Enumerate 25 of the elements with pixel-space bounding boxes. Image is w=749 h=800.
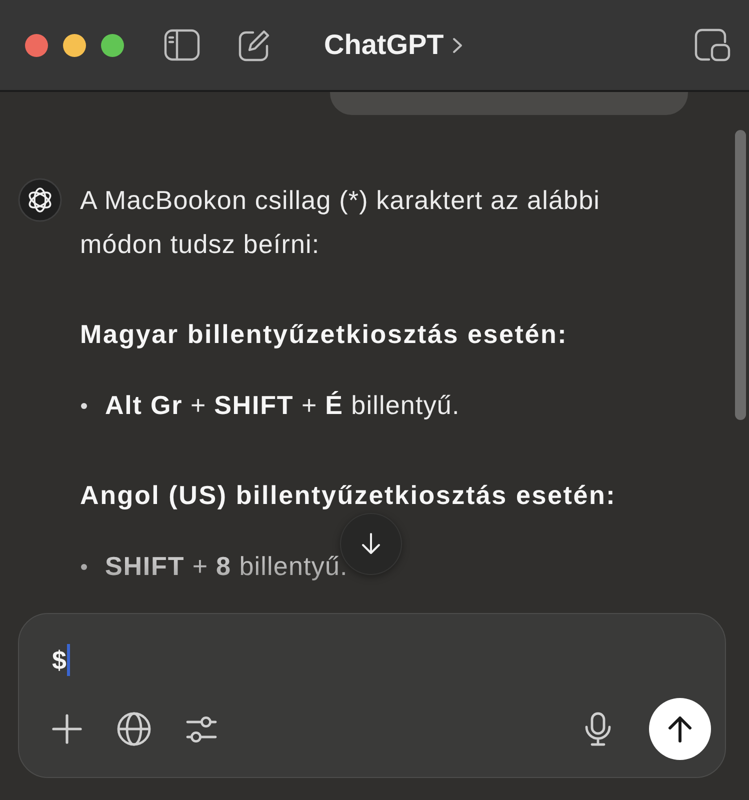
chevron-right-icon: [452, 36, 463, 54]
close-button[interactable]: [25, 34, 48, 56]
plus-icon[interactable]: [52, 714, 82, 744]
microphone-icon[interactable]: [584, 712, 612, 746]
message-text: A MacBookon csillag (*) karaktert az alábbi módon tudsz beírni:: [80, 184, 602, 261]
bullet-icon: [81, 403, 87, 409]
text-cursor-icon: [67, 644, 70, 676]
list-item-text: Alt Gr + SHIFT + É billentyű.: [105, 389, 460, 422]
bullet-icon: [81, 564, 87, 570]
list-item-text: SHIFT + 8 billentyű.: [105, 550, 348, 583]
scrollbar-thumb[interactable]: [735, 130, 746, 420]
arrow-down-icon: [360, 532, 382, 556]
arrow-up-icon: [666, 715, 694, 743]
section-heading: Magyar billentyűzetkiosztás esetén:: [80, 318, 569, 351]
overlapping-squares-icon[interactable]: [694, 28, 731, 62]
edit-icon[interactable]: [237, 28, 271, 62]
assistant-avatar-icon: [18, 178, 62, 222]
message-input[interactable]: $: [52, 638, 699, 682]
globe-icon[interactable]: [117, 712, 151, 746]
sidebar-icon[interactable]: [164, 29, 200, 61]
zoom-button[interactable]: [101, 34, 124, 56]
sliders-icon[interactable]: [186, 714, 217, 744]
section-heading: Angol (US) billentyűzetkiosztás esetén:: [80, 479, 618, 512]
model-picker-button[interactable]: ChatGPT: [324, 28, 463, 62]
minimize-button[interactable]: [63, 34, 86, 56]
